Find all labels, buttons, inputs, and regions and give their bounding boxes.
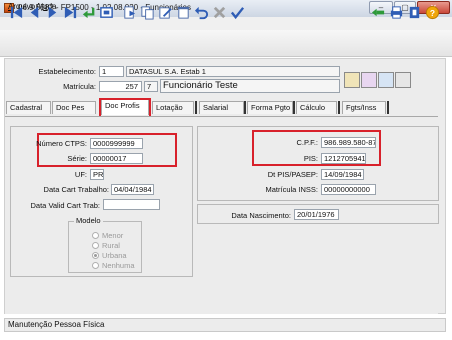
- svg-text:?: ?: [430, 8, 435, 18]
- radio-dot: [92, 262, 99, 269]
- folder-icon[interactable]: [344, 72, 360, 88]
- previous-record-icon[interactable]: [26, 4, 43, 21]
- radio-dot: [92, 242, 99, 249]
- matricula-label: Matrícula:: [63, 82, 96, 91]
- doc-profis-tab-highlight: [99, 98, 151, 118]
- help-icon[interactable]: ?: [424, 4, 441, 21]
- print-icon[interactable]: [388, 4, 405, 21]
- pis-label: PIS:: [303, 154, 318, 163]
- radio-nenhuma[interactable]: Nenhuma: [92, 261, 135, 270]
- radio-label: Menor: [102, 231, 124, 240]
- matricula-inss-field[interactable]: 00000000000: [321, 184, 376, 195]
- serie-label: Série:: [67, 154, 87, 163]
- status-bar: Manutenção Pessoa Física: [4, 318, 446, 332]
- radio-dot-selected: [92, 252, 99, 259]
- radio-label: Urbana: [102, 251, 127, 260]
- copy-icon[interactable]: [139, 4, 156, 21]
- edit-icon[interactable]: [157, 4, 174, 21]
- radio-dot: [92, 232, 99, 239]
- estabelecimento-label: Estabelecimento:: [38, 67, 96, 76]
- estabelecimento-name-field: DATASUL S.A. Estab 1: [126, 66, 340, 77]
- delete-icon[interactable]: [175, 4, 192, 21]
- print-list-icon[interactable]: [395, 72, 411, 88]
- people-icon[interactable]: [361, 72, 377, 88]
- radio-label: Nenhuma: [102, 261, 135, 270]
- matricula-field[interactable]: 257: [99, 81, 142, 92]
- serie-field[interactable]: 00000017: [90, 153, 143, 164]
- tab-forma-pgto[interactable]: Forma Pgto: [247, 101, 293, 114]
- cancel-icon[interactable]: [211, 4, 228, 21]
- uf-label: UF:: [74, 170, 87, 179]
- matricula-dv-field: 7: [144, 81, 158, 92]
- estabelecimento-code-field[interactable]: 1: [99, 66, 124, 77]
- next-record-icon[interactable]: [44, 4, 61, 21]
- tab-separator: [195, 101, 197, 114]
- data-nascimento-label: Data Nascimento:: [231, 211, 291, 220]
- add-icon[interactable]: [121, 4, 138, 21]
- toolbar: [0, 30, 452, 57]
- tab-doc-pes[interactable]: Doc Pes: [52, 101, 96, 114]
- tab-calculo[interactable]: Cálculo: [296, 101, 337, 114]
- first-record-icon[interactable]: [8, 4, 25, 21]
- car-icon[interactable]: [378, 72, 394, 88]
- tab-separator: [244, 101, 246, 114]
- ctps-label: Número CTPS:: [36, 139, 87, 148]
- data-cart-label: Data Cart Trabalho:: [43, 185, 109, 194]
- tab-salarial[interactable]: Salarial: [199, 101, 244, 114]
- tab-lotacao[interactable]: Lotação: [152, 101, 194, 114]
- dt-pis-field[interactable]: 14/09/1984: [321, 169, 364, 180]
- tab-separator: [293, 101, 295, 114]
- dt-pis-label: Dt PIS/PASEP:: [267, 170, 318, 179]
- go-to-icon[interactable]: [80, 4, 97, 21]
- tab-cadastral[interactable]: Cadastral: [6, 101, 51, 114]
- radio-menor[interactable]: Menor: [92, 231, 123, 240]
- cpf-field[interactable]: 986.989.580-87: [321, 137, 376, 148]
- radio-rural[interactable]: Rural: [92, 241, 120, 250]
- modelo-label: Modelo: [74, 216, 103, 225]
- matricula-inss-label: Matrícula INSS:: [265, 185, 318, 194]
- radio-urbana[interactable]: Urbana: [92, 251, 127, 260]
- uf-field[interactable]: PR: [90, 169, 104, 180]
- tab-separator: [338, 101, 340, 114]
- navigation-icon[interactable]: [370, 4, 387, 21]
- search-icon[interactable]: [98, 4, 115, 21]
- data-valid-field[interactable]: [103, 199, 160, 210]
- data-valid-label: Data Valid Cart Trab:: [30, 201, 100, 210]
- tab-separator: [387, 101, 389, 114]
- ctps-field[interactable]: 0000999999: [90, 138, 143, 149]
- tab-fgts-inss[interactable]: Fgts/Inss: [342, 101, 386, 114]
- confirm-icon[interactable]: [229, 4, 246, 21]
- data-cart-field[interactable]: 04/04/1984: [111, 184, 154, 195]
- funcionario-name-field: Funcionário Teste: [160, 79, 340, 93]
- data-nascimento-field[interactable]: 20/01/1976: [294, 209, 339, 220]
- pis-field[interactable]: 12127059419: [321, 153, 366, 164]
- undo-icon[interactable]: [193, 4, 210, 21]
- radio-label: Rural: [102, 241, 120, 250]
- exit-icon[interactable]: [406, 4, 423, 21]
- last-record-icon[interactable]: [62, 4, 79, 21]
- cpf-label: C.P.F.:: [296, 138, 318, 147]
